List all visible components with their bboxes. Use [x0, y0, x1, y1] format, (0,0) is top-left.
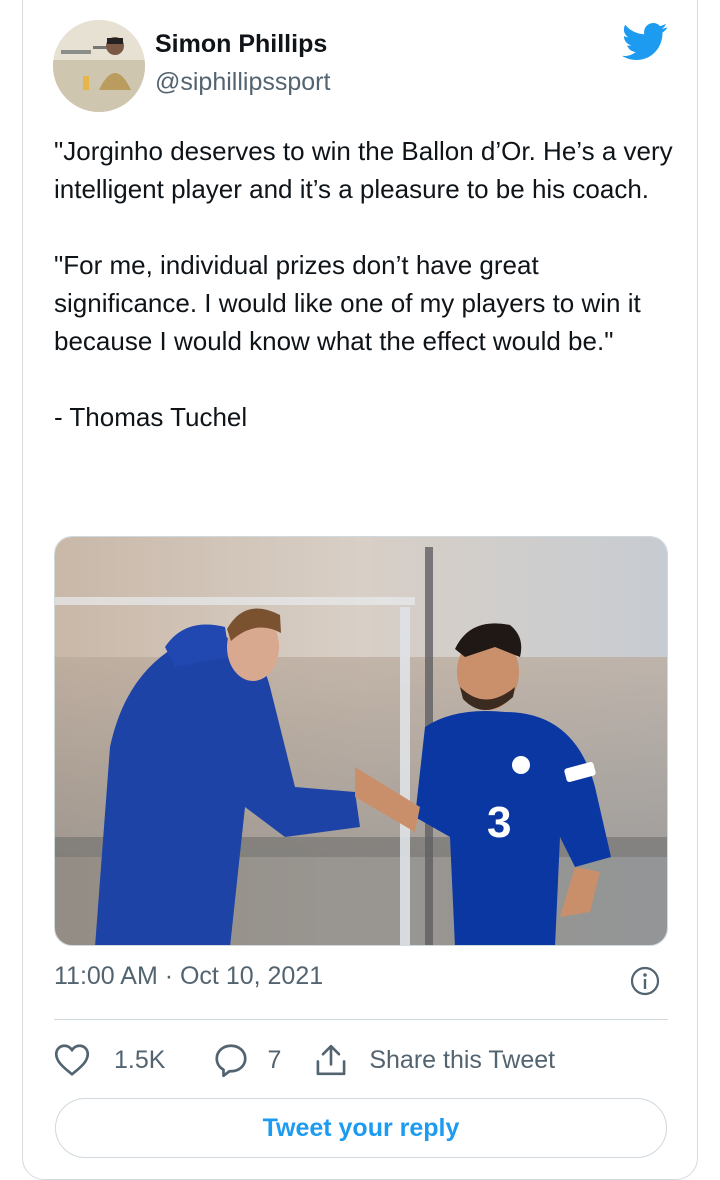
tweet-your-reply-button[interactable]: Tweet your reply — [55, 1098, 667, 1158]
like-button[interactable]: 1.5K — [54, 1043, 165, 1077]
reply-bubble-icon — [213, 1042, 249, 1078]
author-avatar[interactable] — [53, 20, 145, 112]
svg-text:3: 3 — [487, 798, 511, 847]
like-count: 1.5K — [114, 1045, 166, 1074]
reply-count: 7 — [267, 1045, 282, 1074]
tweet-actions: 1.5K 7 Share this Tweet — [54, 1040, 555, 1080]
share-button[interactable]: Share this Tweet — [315, 1042, 555, 1078]
author-handle[interactable]: @siphillipssport — [155, 68, 330, 97]
tweet-paragraph: - Thomas Tuchel — [54, 402, 248, 432]
tweet-paragraph: "For me, individual prizes don’t have gr… — [54, 250, 648, 356]
divider — [54, 1019, 668, 1020]
reply-button[interactable]: 7 — [213, 1042, 281, 1078]
tweet-photo[interactable]: 3 — [54, 536, 668, 946]
share-icon — [315, 1042, 347, 1078]
info-icon[interactable] — [629, 965, 661, 997]
tweet-paragraph: "Jorginho deserves to win the Ballon d’O… — [54, 136, 680, 204]
author-name[interactable]: Simon Phillips — [155, 30, 327, 59]
tweet-text: "Jorginho deserves to win the Ballon d’O… — [54, 132, 684, 436]
twitter-bird-icon[interactable] — [622, 22, 668, 62]
share-label: Share this Tweet — [369, 1045, 556, 1074]
tweet-timestamp[interactable]: 11:00 AM · Oct 10, 2021 — [54, 962, 323, 991]
heart-icon — [54, 1043, 90, 1077]
